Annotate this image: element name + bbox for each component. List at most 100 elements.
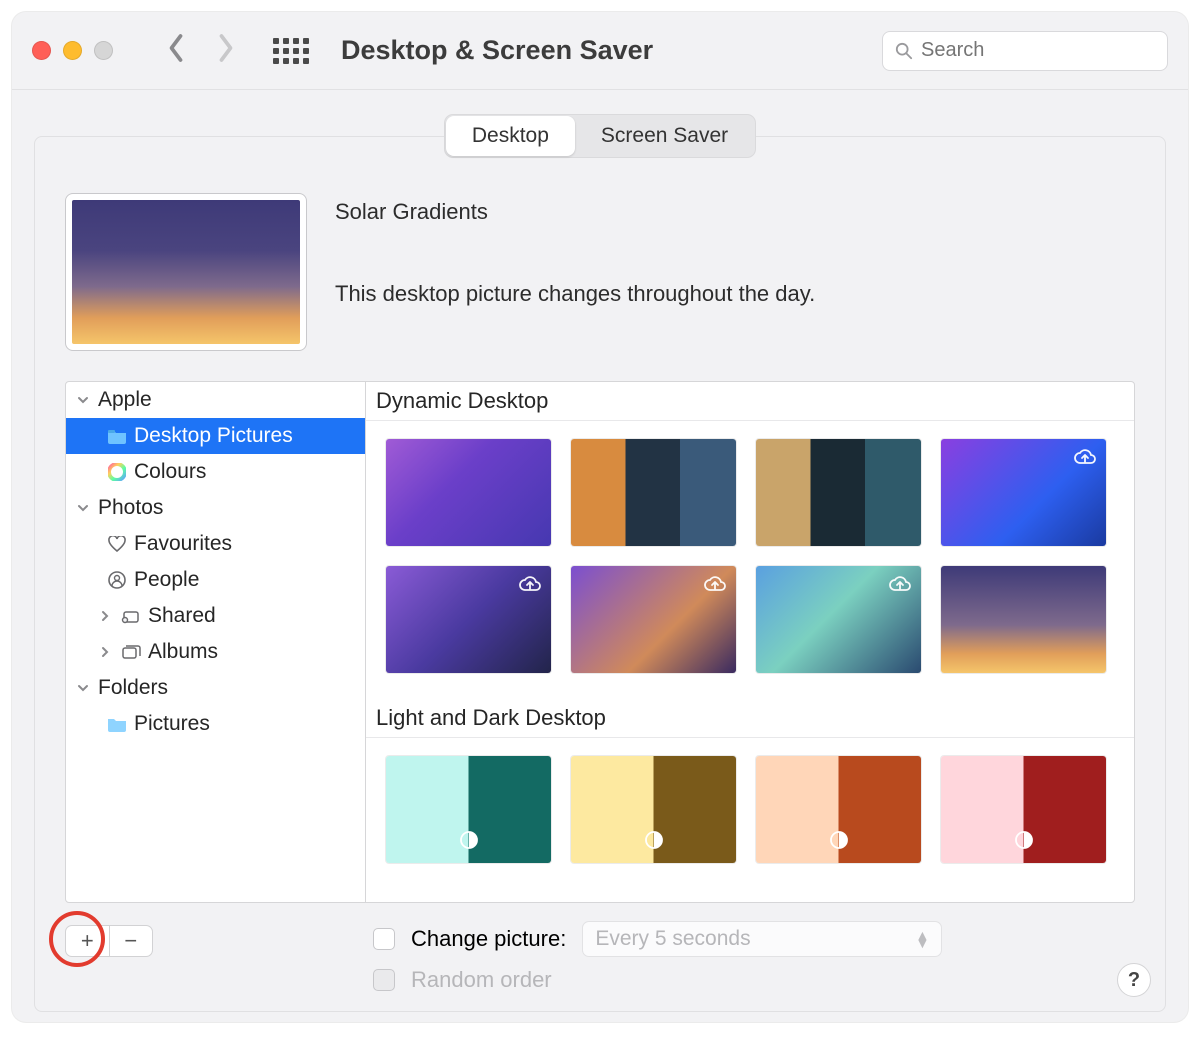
preferences-window: Desktop & Screen Saver Desktop Screen Sa… xyxy=(12,12,1188,1022)
preview-text: Solar Gradients This desktop picture cha… xyxy=(335,193,815,351)
toolbar: Desktop & Screen Saver xyxy=(12,12,1188,90)
change-interval-value: Every 5 seconds xyxy=(595,927,750,951)
color-wheel-icon xyxy=(106,463,128,481)
sidebar-item-label: Colours xyxy=(134,460,206,484)
change-interval-select[interactable]: Every 5 seconds ▲▼ xyxy=(582,921,942,957)
current-wallpaper-preview xyxy=(65,193,307,351)
sidebar-item-label: Desktop Pictures xyxy=(134,424,293,448)
download-cloud-icon xyxy=(517,574,543,599)
sidebar-group-label: Photos xyxy=(98,496,163,520)
sidebar-item-label: Albums xyxy=(148,640,218,664)
content: Desktop Screen Saver Solar Gradients Thi… xyxy=(12,90,1188,1022)
show-all-icon[interactable] xyxy=(273,38,309,64)
sidebar-item-favourites[interactable]: Favourites xyxy=(66,526,365,562)
person-icon xyxy=(106,571,128,589)
window-title: Desktop & Screen Saver xyxy=(341,35,868,66)
sidebar-group-apple[interactable]: Apple xyxy=(66,382,365,418)
sidebar-item-label: Favourites xyxy=(134,532,232,556)
chevron-right-icon xyxy=(96,646,114,658)
wallpaper-thumb-imac-teal[interactable] xyxy=(386,756,551,863)
sidebar-item-people[interactable]: People xyxy=(66,562,365,598)
sidebar-group-folders[interactable]: Folders xyxy=(66,670,365,706)
sidebar-item-shared[interactable]: Shared xyxy=(66,598,365,634)
download-cloud-icon xyxy=(1072,447,1098,472)
wallpaper-thumb-imac-coral[interactable] xyxy=(756,756,921,863)
chevron-down-icon xyxy=(74,682,92,694)
source-sidebar[interactable]: Apple Desktop Pictures Colours Photos xyxy=(66,382,366,902)
close-icon[interactable] xyxy=(32,41,51,60)
change-picture-row: Change picture: Every 5 seconds ▲▼ xyxy=(373,921,1135,957)
pictures-folder-icon xyxy=(106,716,128,732)
chevron-down-icon xyxy=(74,394,92,406)
tab-screensaver[interactable]: Screen Saver xyxy=(575,116,754,156)
wallpaper-thumb-big-sur-abstract[interactable] xyxy=(386,439,551,546)
appearance-mode-icon xyxy=(644,830,664,855)
add-remove-segment: + − xyxy=(65,925,153,957)
minimize-icon[interactable] xyxy=(63,41,82,60)
wallpaper-gallery[interactable]: Dynamic Desktop Light and Dark Desktop xyxy=(366,382,1134,902)
sidebar-group-label: Apple xyxy=(98,388,152,412)
thumbs-dynamic xyxy=(366,421,1134,699)
wallpaper-thumb-solar-gradients[interactable] xyxy=(941,566,1106,673)
preview-image xyxy=(72,200,300,344)
shared-icon xyxy=(120,608,142,624)
traffic-lights xyxy=(32,41,113,60)
sidebar-group-label: Folders xyxy=(98,676,168,700)
random-order-row: Random order xyxy=(373,967,1135,993)
sidebar-item-colours[interactable]: Colours xyxy=(66,454,365,490)
wallpaper-name: Solar Gradients xyxy=(335,199,815,225)
segmented-control: Desktop Screen Saver xyxy=(444,114,756,158)
bottom-controls: + − Change picture: Every 5 seconds ▲▼ xyxy=(65,903,1135,993)
wallpaper-thumb-monterey-graphic[interactable] xyxy=(941,439,1106,546)
download-cloud-icon xyxy=(887,574,913,599)
wallpaper-description: This desktop picture changes throughout … xyxy=(335,281,815,307)
options: Change picture: Every 5 seconds ▲▼ Rando… xyxy=(173,921,1135,993)
sidebar-item-albums[interactable]: Albums xyxy=(66,634,365,670)
appearance-mode-icon xyxy=(1014,830,1034,855)
section-dynamic-desktop: Dynamic Desktop xyxy=(366,382,1134,421)
preview-row: Solar Gradients This desktop picture cha… xyxy=(65,193,1135,351)
wallpaper-thumb-the-lake[interactable] xyxy=(386,566,551,673)
sidebar-group-photos[interactable]: Photos xyxy=(66,490,365,526)
appearance-mode-icon xyxy=(829,830,849,855)
random-order-label: Random order xyxy=(411,967,552,993)
section-light-dark: Light and Dark Desktop xyxy=(366,699,1134,738)
wallpaper-thumb-monterey-photo[interactable] xyxy=(571,439,736,546)
wallpaper-thumb-the-beach[interactable] xyxy=(756,566,921,673)
albums-icon xyxy=(120,644,142,660)
sidebar-item-label: People xyxy=(134,568,199,592)
wallpaper-thumb-catalina-photo[interactable] xyxy=(756,439,921,546)
remove-folder-button[interactable]: − xyxy=(110,926,153,956)
folder-icon xyxy=(106,428,128,444)
wallpaper-thumb-the-desert[interactable] xyxy=(571,566,736,673)
desktop-panel: Solar Gradients This desktop picture cha… xyxy=(34,136,1166,1012)
chevron-right-icon xyxy=(96,610,114,622)
search-field[interactable] xyxy=(882,31,1168,71)
change-picture-label: Change picture: xyxy=(411,926,566,952)
sidebar-item-label: Shared xyxy=(148,604,216,628)
add-remove-box: + − xyxy=(65,921,155,967)
wallpaper-thumb-imac-gold[interactable] xyxy=(571,756,736,863)
help-button[interactable]: ? xyxy=(1117,963,1151,997)
stepper-icon: ▲▼ xyxy=(915,931,929,947)
add-folder-button[interactable]: + xyxy=(66,926,110,956)
forward-button[interactable] xyxy=(215,33,237,68)
download-cloud-icon xyxy=(702,574,728,599)
chevron-down-icon xyxy=(74,502,92,514)
random-order-checkbox xyxy=(373,969,395,991)
sidebar-item-desktop-pictures[interactable]: Desktop Pictures xyxy=(66,418,365,454)
picker: Apple Desktop Pictures Colours Photos xyxy=(65,381,1135,903)
zoom-icon[interactable] xyxy=(94,41,113,60)
back-button[interactable] xyxy=(165,33,187,68)
change-picture-checkbox[interactable] xyxy=(373,928,395,950)
search-input[interactable] xyxy=(921,39,1155,62)
sidebar-item-label: Pictures xyxy=(134,712,210,736)
tab-desktop[interactable]: Desktop xyxy=(446,116,575,156)
appearance-mode-icon xyxy=(459,830,479,855)
wallpaper-thumb-imac-rose[interactable] xyxy=(941,756,1106,863)
sidebar-item-pictures[interactable]: Pictures xyxy=(66,706,365,742)
heart-icon xyxy=(106,536,128,552)
thumbs-lightdark xyxy=(366,738,1134,889)
search-icon xyxy=(895,41,913,61)
nav-arrows xyxy=(165,33,237,68)
